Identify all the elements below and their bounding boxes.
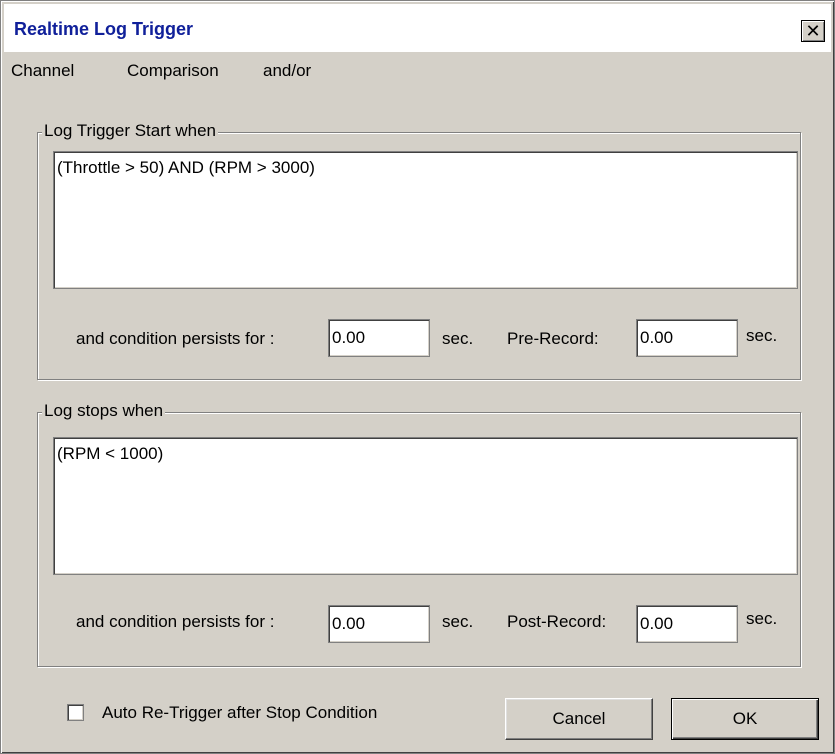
post-record-input[interactable] <box>636 605 738 643</box>
menu-bar: Channel Comparison and/or <box>1 57 834 85</box>
auto-retrigger-label[interactable]: Auto Re-Trigger after Stop Condition <box>102 703 377 723</box>
stop-condition-group: Log stops when (RPM < 1000) and conditio… <box>37 401 801 667</box>
post-record-label: Post-Record: <box>507 612 607 631</box>
auto-retrigger-checkbox[interactable] <box>67 704 84 721</box>
pre-record-input[interactable] <box>636 319 738 357</box>
pre-record-label: Pre-Record: <box>507 329 599 348</box>
stop-condition-editor[interactable]: (RPM < 1000) <box>53 437 798 575</box>
start-persist-unit: sec. <box>442 329 474 348</box>
stop-persist-label: and condition persists for : <box>76 612 275 631</box>
stop-condition-text: (RPM < 1000) <box>57 444 164 463</box>
stop-persist-unit: sec. <box>442 612 474 631</box>
cancel-button[interactable]: Cancel <box>505 698 653 740</box>
stop-group-label: Log stops when <box>42 401 166 421</box>
menu-channel[interactable]: Channel <box>11 61 74 81</box>
ok-button[interactable]: OK <box>671 698 819 740</box>
menu-and-or[interactable]: and/or <box>263 61 311 81</box>
window-title: Realtime Log Trigger <box>14 19 194 39</box>
start-persist-input[interactable] <box>328 319 430 357</box>
start-group-label: Log Trigger Start when <box>42 121 218 141</box>
realtime-log-trigger-dialog: Realtime Log Trigger ✕ Channel Compariso… <box>0 0 835 754</box>
close-button[interactable]: ✕ <box>801 20 825 42</box>
start-condition-group: Log Trigger Start when (Throttle > 50) A… <box>37 121 801 380</box>
close-icon: ✕ <box>805 21 821 41</box>
stop-persist-input[interactable] <box>328 605 430 643</box>
start-condition-text: (Throttle > 50) AND (RPM > 3000) <box>57 158 315 177</box>
title-bar[interactable]: Realtime Log Trigger ✕ <box>4 4 831 52</box>
start-persist-label: and condition persists for : <box>76 329 275 348</box>
menu-comparison[interactable]: Comparison <box>127 61 219 81</box>
pre-record-unit: sec. <box>746 326 778 345</box>
post-record-unit: sec. <box>746 609 778 628</box>
start-condition-editor[interactable]: (Throttle > 50) AND (RPM > 3000) <box>53 151 798 289</box>
